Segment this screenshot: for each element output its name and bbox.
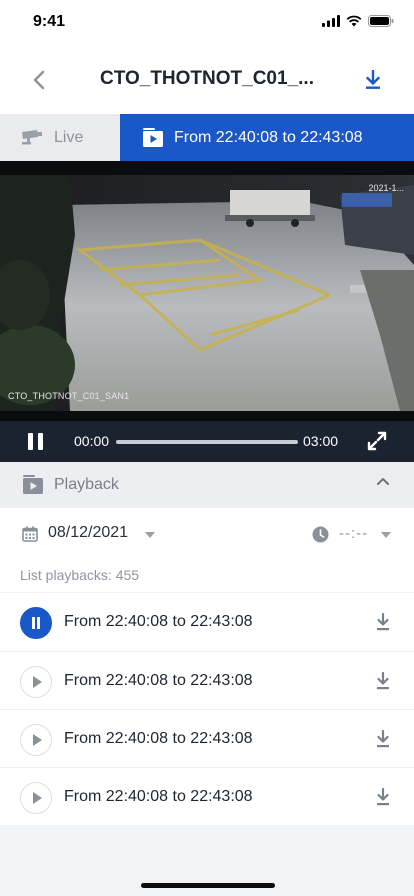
tab-playback[interactable]: From 22:40:08 to 22:43:08 bbox=[120, 114, 414, 161]
download-icon[interactable] bbox=[376, 672, 390, 690]
download-icon bbox=[366, 70, 380, 89]
video-file-icon bbox=[143, 127, 163, 147]
download-icon[interactable] bbox=[376, 613, 390, 631]
list-item[interactable]: From 22:40:08 to 22:43:08 bbox=[0, 767, 414, 825]
play-icon bbox=[33, 734, 42, 746]
playback-list: From 22:40:08 to 22:43:08 From 22:40:08 … bbox=[0, 593, 414, 825]
status-icons bbox=[322, 15, 394, 27]
status-time: 9:41 bbox=[33, 13, 66, 30]
play-item-button[interactable] bbox=[20, 666, 52, 698]
calendar-icon bbox=[22, 526, 38, 542]
home-indicator bbox=[141, 883, 275, 888]
playback-label: From 22:40:08 to 22:43:08 bbox=[64, 613, 253, 630]
video-frame: 2021-1... CTO_THOTNOT_C01_SAN1 bbox=[0, 175, 414, 411]
playback-label: From 22:40:08 to 22:43:08 bbox=[64, 788, 253, 805]
caret-down-icon[interactable] bbox=[381, 532, 391, 538]
play-icon bbox=[33, 792, 42, 804]
timestamp-overlay: 2021-1... bbox=[368, 183, 404, 193]
list-item[interactable]: From 22:40:08 to 22:43:08 bbox=[0, 593, 414, 651]
battery-icon bbox=[368, 15, 394, 27]
pause-icon bbox=[32, 617, 40, 629]
play-item-button[interactable] bbox=[20, 724, 52, 756]
pause-item-button[interactable] bbox=[20, 607, 52, 639]
tab-live-label: Live bbox=[54, 128, 84, 146]
pause-button[interactable] bbox=[26, 432, 46, 452]
date-picker[interactable]: 08/12/2021 bbox=[48, 524, 128, 542]
status-bar: 9:41 bbox=[0, 0, 414, 44]
pause-bar-right bbox=[38, 433, 43, 450]
playback-label: From 22:40:08 to 22:43:08 bbox=[64, 672, 253, 689]
list-item[interactable]: From 22:40:08 to 22:43:08 bbox=[0, 651, 414, 709]
cctv-camera-icon bbox=[22, 129, 42, 144]
clock-icon bbox=[312, 526, 329, 543]
playback-section-header[interactable]: Playback bbox=[0, 462, 414, 508]
video-player[interactable]: 2021-1... CTO_THOTNOT_C01_SAN1 bbox=[0, 161, 414, 421]
fullscreen-button[interactable] bbox=[366, 430, 388, 452]
play-icon bbox=[33, 676, 42, 688]
tab-live[interactable]: Live bbox=[0, 114, 120, 161]
download-icon[interactable] bbox=[376, 730, 390, 748]
cctv-scene-image bbox=[0, 175, 414, 411]
playback-label: From 22:40:08 to 22:43:08 bbox=[64, 730, 253, 747]
back-button[interactable] bbox=[24, 66, 54, 94]
play-item-button[interactable] bbox=[20, 782, 52, 814]
player-controls: 00:00 03:00 bbox=[0, 421, 414, 462]
caret-down-icon[interactable] bbox=[145, 532, 155, 538]
chevron-up-icon bbox=[377, 478, 389, 485]
download-icon[interactable] bbox=[376, 788, 390, 806]
view-tabs: Live From 22:40:08 to 22:43:08 bbox=[0, 114, 414, 161]
camera-label: CTO_THOTNOT_C01_SAN1 bbox=[8, 391, 130, 401]
list-item[interactable]: From 22:40:08 to 22:43:08 bbox=[0, 709, 414, 767]
playback-section-title: Playback bbox=[54, 476, 119, 493]
page-title: CTO_THOTNOT_C01_... bbox=[100, 68, 314, 89]
video-file-icon bbox=[23, 475, 43, 494]
progress-slider[interactable] bbox=[116, 440, 298, 444]
playback-filters: 08/12/2021 --:-- List playbacks: 455 bbox=[0, 508, 414, 592]
nav-bar: CTO_THOTNOT_C01_... bbox=[0, 44, 414, 114]
current-time: 00:00 bbox=[74, 433, 110, 449]
chevron-left-icon bbox=[33, 70, 45, 90]
fullscreen-icon bbox=[367, 431, 387, 451]
tab-playback-label: From 22:40:08 to 22:43:08 bbox=[174, 128, 363, 146]
pause-bar-left bbox=[28, 433, 33, 450]
time-picker[interactable]: --:-- bbox=[339, 525, 368, 542]
signal-icon bbox=[322, 15, 340, 27]
wifi-icon bbox=[346, 15, 362, 27]
download-button[interactable] bbox=[358, 66, 388, 94]
duration: 03:00 bbox=[303, 433, 339, 449]
playback-count: List playbacks: 455 bbox=[20, 567, 140, 583]
